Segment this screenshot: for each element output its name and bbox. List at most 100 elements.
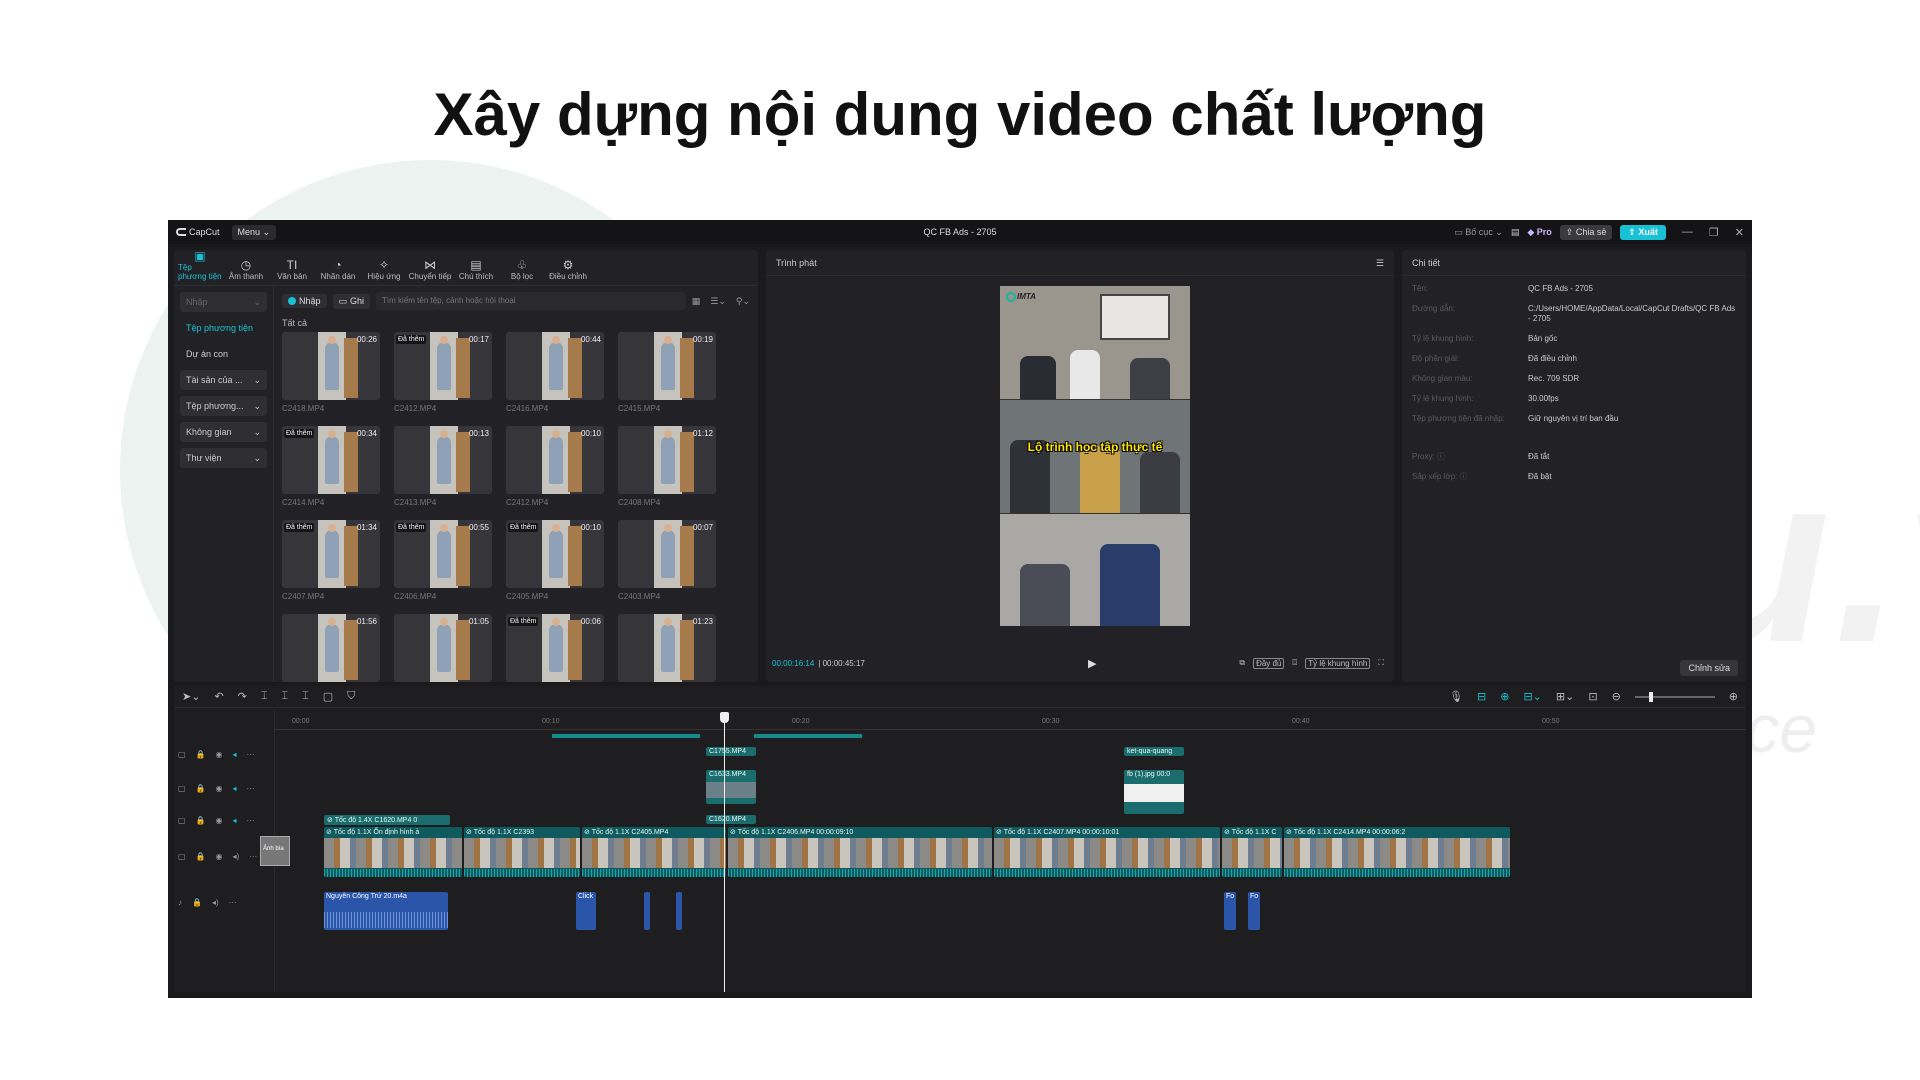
- tool-text[interactable]: TI Văn bản: [270, 258, 314, 281]
- delete-icon[interactable]: ▢: [323, 690, 333, 703]
- visibility-icon[interactable]: ◉: [216, 784, 223, 793]
- tool-filter[interactable]: ♧ Bộ lọc: [500, 258, 544, 281]
- tool-transition[interactable]: ⋈ Chuyển tiếp: [408, 258, 452, 281]
- undo-icon[interactable]: ↶: [214, 690, 223, 703]
- playhead-handle[interactable]: [720, 712, 729, 723]
- media-clip[interactable]: Đã thêm 00:17 C2412.MP4: [394, 332, 492, 426]
- select-tool-icon[interactable]: ➤⌄: [182, 690, 200, 703]
- full-quality-button[interactable]: Đầy đủ: [1253, 657, 1285, 669]
- audio-clip[interactable]: Fo: [1248, 892, 1260, 930]
- media-clip[interactable]: Đã thêm 00:34 C2414.MP4: [282, 426, 380, 520]
- main-video-clip[interactable]: ⊘ Tốc độ 1.1X C2414.MP4 00:00:06:2: [1284, 827, 1510, 877]
- audio-clip[interactable]: Click: [576, 892, 596, 930]
- tool-captions[interactable]: ▤ Chú thích: [454, 258, 498, 281]
- zoom-slider[interactable]: [1634, 691, 1715, 702]
- sidenav-item[interactable]: Tệp phương... ⌄: [180, 396, 267, 416]
- menu-button[interactable]: Menu ⌄: [231, 224, 277, 240]
- media-clip[interactable]: Đã thêm 01:34 C2407.MP4: [282, 520, 380, 614]
- media-clip[interactable]: 00:19 C2415.MP4: [618, 332, 716, 426]
- more-icon[interactable]: ···: [247, 750, 255, 759]
- main-video-clip[interactable]: ⊘ Tốc độ 1.1X C2405.MP4: [582, 827, 726, 877]
- main-video-clip[interactable]: ⊘ Tốc độ 1.1X C2407.MP4 00:00:10:01: [994, 827, 1220, 877]
- overlay-clip[interactable]: C1755.MP4: [706, 747, 756, 756]
- more-icon[interactable]: ···: [249, 852, 257, 861]
- split-right-icon[interactable]: ⌶: [302, 690, 309, 703]
- overlay-clip[interactable]: fb (1).jpg 00:0: [1124, 770, 1184, 814]
- maximize-icon[interactable]: ❐: [1709, 226, 1719, 239]
- pro-badge[interactable]: ◆ Pro: [1527, 227, 1551, 238]
- media-clip[interactable]: 00:26 C2418.MP4: [282, 332, 380, 426]
- audio-toggle-icon[interactable]: ◂: [233, 816, 237, 825]
- lock-icon[interactable]: 🔒: [192, 898, 202, 907]
- tool-audio[interactable]: ◷ Âm thanh: [224, 258, 268, 281]
- more-icon[interactable]: ···: [247, 784, 255, 793]
- main-video-clip[interactable]: ⊘ Tốc độ 1.1X C2393: [464, 827, 580, 877]
- export-button[interactable]: ⇧ Xuất: [1620, 224, 1666, 240]
- main-track-magnet-icon[interactable]: ⊟: [1477, 690, 1486, 703]
- record-button[interactable]: ▭ Ghi: [332, 293, 371, 309]
- all-filter-label[interactable]: Tất cả: [282, 318, 750, 328]
- sidenav-item[interactable]: Dự án con: [180, 344, 267, 364]
- overlay-clip[interactable]: C1633.MP4: [706, 770, 756, 804]
- grid-view-icon[interactable]: ▦: [692, 296, 701, 307]
- track-select-icon[interactable]: ▢: [178, 784, 186, 793]
- zoom-in-icon[interactable]: ⊕: [1729, 690, 1738, 703]
- audio-track-icon[interactable]: ♪: [178, 898, 182, 907]
- more-icon[interactable]: ···: [229, 898, 237, 907]
- more-icon[interactable]: ···: [247, 816, 255, 825]
- media-clip[interactable]: 00:13 C2413.MP4: [394, 426, 492, 520]
- audio-clip[interactable]: [644, 892, 650, 930]
- player-menu-icon[interactable]: ☰: [1376, 250, 1384, 275]
- audio-toggle-icon[interactable]: ◂: [233, 750, 237, 759]
- media-clip[interactable]: 01:23: [618, 614, 716, 682]
- sidenav-item[interactable]: Không gian ⌄: [180, 422, 267, 442]
- main-video-clip[interactable]: ⊘ Tốc độ 1.1X C: [1222, 827, 1282, 877]
- video-preview[interactable]: IMTA Lộ trình học tập thực tế: [1000, 286, 1190, 626]
- media-clip[interactable]: Đã thêm 00:55 C2406.MP4: [394, 520, 492, 614]
- split-icon[interactable]: ⌶: [261, 690, 268, 703]
- visibility-icon[interactable]: ◉: [216, 852, 223, 861]
- media-clip[interactable]: 01:56: [282, 614, 380, 682]
- minimize-icon[interactable]: —: [1682, 226, 1693, 238]
- filter-icon[interactable]: ⚲⌄: [736, 296, 750, 307]
- tool-sticker[interactable]: ◔ Nhãn dán: [316, 258, 360, 281]
- audio-clip[interactable]: [676, 892, 682, 930]
- close-icon[interactable]: ✕: [1735, 226, 1744, 239]
- microphone-icon[interactable]: 🎙: [1449, 690, 1463, 703]
- auto-snap-icon[interactable]: ⊕: [1500, 690, 1509, 703]
- shortcut-icon[interactable]: ▤: [1511, 227, 1520, 238]
- track-select-icon[interactable]: ▢: [178, 816, 186, 825]
- speed-clip[interactable]: ⊘ Tốc độ 1.4X C1620.MP4 0: [324, 815, 450, 825]
- overlay-bar[interactable]: [552, 734, 700, 738]
- tool-media[interactable]: ▣ Tệp phương tiện: [178, 250, 222, 281]
- edit-button[interactable]: Chỉnh sửa: [1680, 660, 1738, 676]
- play-icon[interactable]: ▶: [1088, 657, 1096, 670]
- media-clip[interactable]: Đã thêm 00:06: [506, 614, 604, 682]
- preview-axis-icon[interactable]: ⊞⌄: [1556, 690, 1574, 703]
- caption-icon[interactable]: ⊡: [1588, 690, 1597, 703]
- audio-clip[interactable]: Fo: [1224, 892, 1236, 930]
- sidenav-item[interactable]: Thư viện ⌄: [180, 448, 267, 468]
- track-select-icon[interactable]: ▢: [178, 750, 186, 759]
- playhead[interactable]: [724, 712, 725, 992]
- lock-icon[interactable]: 🔒: [196, 816, 206, 825]
- share-button[interactable]: ⇪ Chia sẻ: [1559, 224, 1613, 240]
- sidenav-item[interactable]: Tài sản của ... ⌄: [180, 370, 267, 390]
- visibility-icon[interactable]: ◉: [216, 816, 223, 825]
- import-button[interactable]: Nhập: [282, 294, 327, 308]
- tool-effects[interactable]: ✧ Hiệu ứng: [362, 258, 406, 281]
- overlay-clip[interactable]: C1620.MP4: [706, 815, 756, 824]
- marker-icon[interactable]: ⛉: [347, 690, 355, 703]
- media-search-input[interactable]: [376, 292, 686, 310]
- fullscreen-icon[interactable]: ⛶: [1378, 658, 1384, 669]
- screenshot-icon[interactable]: ⌼: [1292, 658, 1297, 669]
- main-video-clip[interactable]: ⊘ Tốc độ 1.1X C2406.MP4 00:00:09:10: [728, 827, 992, 877]
- sort-icon[interactable]: ☰⌄: [710, 296, 726, 307]
- sidenav-item[interactable]: Tệp phương tiện: [180, 318, 267, 338]
- media-clip[interactable]: 01:05: [394, 614, 492, 682]
- overlay-bar[interactable]: [754, 734, 862, 738]
- lock-icon[interactable]: 🔒: [196, 852, 206, 861]
- main-video-clip[interactable]: ⊘ Tốc độ 1.1X Ổn định hình ả: [324, 827, 462, 877]
- sidenav-item[interactable]: Nhập ⌄: [180, 292, 267, 312]
- media-clip[interactable]: 01:12 C2408.MP4: [618, 426, 716, 520]
